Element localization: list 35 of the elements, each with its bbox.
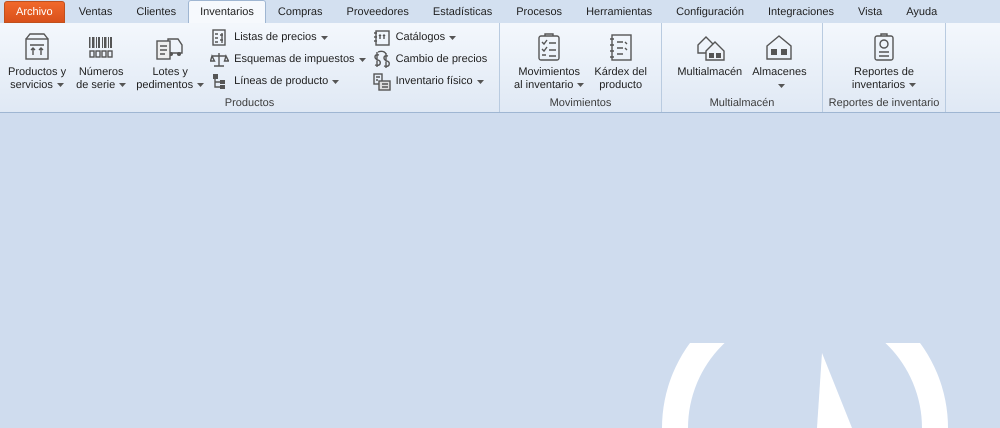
ribbon-tab[interactable]: Estadísticas: [420, 1, 504, 23]
ribbon-tab[interactable]: Archivo: [4, 1, 65, 23]
ribbon-button[interactable]: Multialmacén: [673, 25, 746, 81]
ribbon-tab[interactable]: Proveedores: [334, 1, 421, 23]
ribbon-button[interactable]: Lotes y pedimentos: [132, 25, 208, 94]
group-label: Reportes de inventario: [828, 96, 940, 111]
ribbon-button[interactable]: Listas de precios: [210, 27, 368, 48]
tool-icon: [372, 72, 391, 91]
ribbon-tab[interactable]: Procesos: [504, 1, 574, 23]
group-label: Movimientos: [548, 96, 612, 111]
ribbon-tab[interactable]: Inventarios: [188, 0, 266, 23]
ribbon-button[interactable]: Movimientos al inventario: [510, 25, 588, 94]
ribbon-button[interactable]: Esquemas de impuestos: [210, 49, 368, 70]
ribbon-tab[interactable]: Ventas: [66, 1, 124, 23]
ribbon-button[interactable]: Líneas de producto: [210, 71, 368, 92]
ribbon-button[interactable]: Inventario físico: [372, 71, 490, 92]
ribbon-tab[interactable]: Compras: [266, 1, 335, 23]
ribbon-tab[interactable]: Integraciones: [756, 1, 846, 23]
ribbon-button[interactable]: Kárdex del producto: [590, 25, 651, 94]
ribbon-button[interactable]: Productos y servicios: [4, 25, 70, 94]
ribbon-tab[interactable]: Clientes: [124, 1, 188, 23]
ribbon-button[interactable]: Números de serie: [72, 25, 130, 94]
tool-icon: [372, 28, 391, 47]
ribbon-button[interactable]: Catálogos: [372, 27, 490, 48]
tool-icon: [210, 50, 230, 69]
ribbon-tab[interactable]: Configuración: [664, 1, 756, 23]
tool-icon: [372, 50, 391, 69]
group-label: Multialmacén: [708, 96, 776, 111]
ribbon-button[interactable]: Cambio de precios: [372, 49, 490, 70]
ribbon-tab[interactable]: Vista: [846, 1, 894, 23]
ribbon-button[interactable]: Reportes de inventarios: [848, 25, 920, 94]
ribbon-tab[interactable]: Ayuda: [894, 1, 950, 23]
group-label: Productos: [224, 96, 276, 111]
ribbon-button[interactable]: Almacenes: [748, 25, 811, 94]
ribbon-tab[interactable]: Herramientas: [574, 1, 664, 23]
